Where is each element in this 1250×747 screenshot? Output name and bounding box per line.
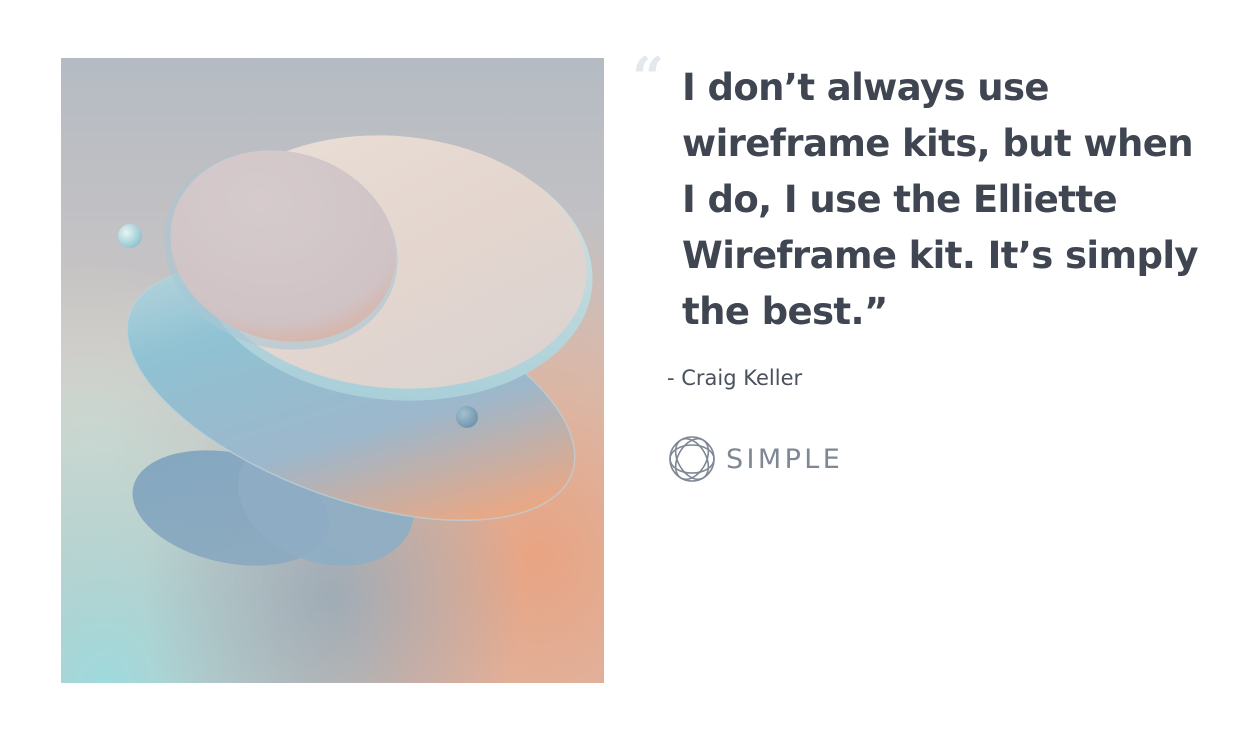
testimonial-quote: I don’t always use wireframe kits, but w… (682, 66, 1199, 333)
testimonial-section: “ I don’t always use wireframe kits, but… (0, 0, 1250, 747)
interlaced-rings-logo-icon (669, 436, 715, 482)
brand-name: SIMPLE (726, 443, 844, 475)
testimonial-author: - Craig Keller (667, 366, 803, 390)
quote-mark-icon: “ (632, 45, 665, 111)
hero-illustration (61, 58, 604, 683)
brand-logo: SIMPLE (667, 433, 843, 485)
